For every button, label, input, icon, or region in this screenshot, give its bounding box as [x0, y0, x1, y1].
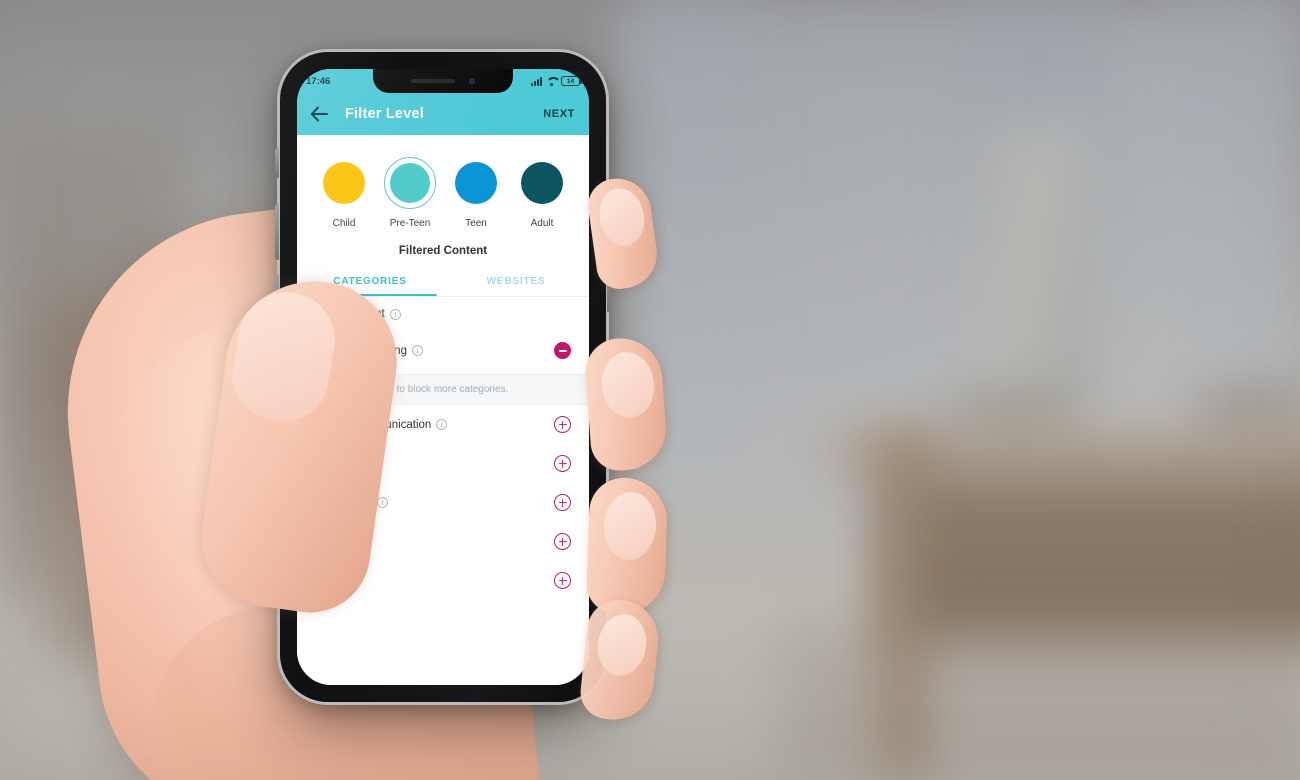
- remove-category-button[interactable]: [554, 342, 571, 359]
- silent-switch[interactable]: [275, 148, 279, 178]
- filter-level-child-ring: [318, 157, 370, 209]
- filter-level-teen-dot: [455, 162, 497, 204]
- minus-icon: [558, 349, 567, 352]
- filter-level-child-label: Child: [332, 218, 356, 229]
- filter-level-teen[interactable]: Teen: [447, 157, 505, 229]
- filtered-content-heading: Filtered Content: [398, 245, 488, 257]
- next-button[interactable]: NEXT: [541, 104, 577, 124]
- battery-icon: 14: [561, 76, 582, 86]
- filter-level-adult-ring: [516, 157, 568, 209]
- filter-level-preteen-label: Pre-Teen: [389, 218, 431, 229]
- earpiece-speaker-icon: [411, 79, 455, 83]
- status-time: 17:46: [306, 75, 331, 87]
- add-category-button[interactable]: [554, 572, 571, 589]
- front-camera-icon: [469, 78, 475, 84]
- filter-level-child[interactable]: Child: [315, 157, 373, 229]
- background-vase: [980, 130, 1090, 430]
- status-icons: 14: [531, 76, 582, 86]
- battery-level-label: 14: [566, 77, 575, 85]
- phone-notch: [373, 69, 513, 93]
- filter-level-preteen-dot: [390, 163, 430, 203]
- add-category-button[interactable]: [554, 455, 571, 472]
- filter-level-preteen-ring: [384, 157, 436, 209]
- filter-level-adult-dot: [521, 162, 563, 204]
- background-floor: [780, 620, 1300, 780]
- volume-up-button[interactable]: [275, 204, 279, 260]
- info-icon[interactable]: i: [436, 419, 448, 430]
- add-category-button[interactable]: [554, 416, 571, 433]
- filter-level-adult[interactable]: Adult: [513, 157, 571, 229]
- tab-websites[interactable]: WEBSITES: [443, 269, 589, 296]
- page-title: Filter Level: [345, 106, 424, 122]
- filter-level-preteen[interactable]: Pre-Teen: [381, 157, 439, 229]
- background-window-right: [1180, 0, 1300, 430]
- background-plate-left: [940, 395, 1070, 425]
- filter-level-adult-label: Adult: [530, 218, 554, 229]
- back-arrow-icon[interactable]: [309, 104, 329, 124]
- filter-level-child-dot: [323, 162, 365, 204]
- info-icon[interactable]: i: [376, 497, 388, 508]
- add-category-button[interactable]: [554, 494, 571, 511]
- info-icon[interactable]: i: [412, 345, 424, 356]
- wifi-icon: [546, 77, 557, 86]
- scene-background: 17:46 14 Filter Level NEXT Child Pre-Tee…: [0, 0, 1300, 780]
- add-category-button[interactable]: [554, 533, 571, 550]
- filter-level-selector: Child Pre-Teen Teen Adult: [297, 135, 589, 229]
- info-icon[interactable]: i: [389, 308, 401, 320]
- filter-level-teen-label: Teen: [465, 218, 487, 229]
- signal-bars-icon: [531, 76, 542, 86]
- app-bar: Filter Level NEXT: [297, 93, 589, 135]
- background-plate-right: [1190, 390, 1300, 426]
- filter-level-teen-ring: [450, 157, 502, 209]
- background-table-leg: [880, 430, 922, 780]
- background-table-apron: [890, 470, 1300, 640]
